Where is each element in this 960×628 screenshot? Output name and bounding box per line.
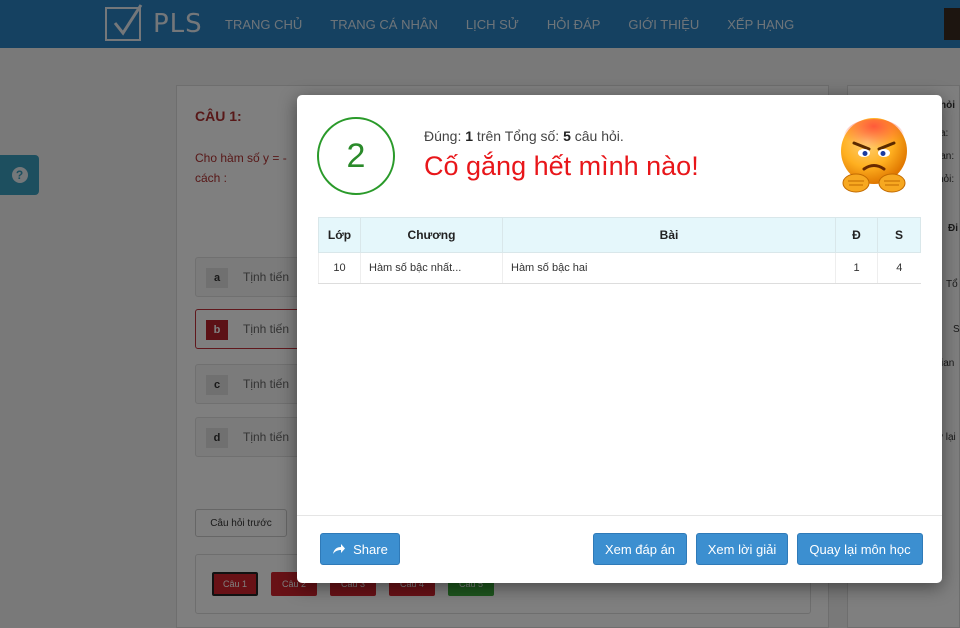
column-header-class: Lớp (318, 217, 361, 253)
encouragement-headline: Cố gắng hết mình nào! (424, 151, 699, 181)
table-row: 10 Hàm số bậc nhất... Hàm số bậc hai 1 4 (318, 252, 921, 284)
table-header-row: Lớp Chương Bài Đ S (318, 217, 921, 253)
cell-correct: 1 (835, 252, 878, 284)
angry-face-icon (841, 118, 907, 193)
column-header-wrong: S (877, 217, 921, 253)
share-button[interactable]: Share (320, 533, 400, 565)
view-solutions-button[interactable]: Xem lời giải (696, 533, 788, 565)
share-arrow-icon (333, 544, 346, 554)
column-header-correct: Đ (835, 217, 878, 253)
cell-class: 10 (318, 252, 361, 284)
view-answers-button[interactable]: Xem đáp án (593, 533, 687, 565)
cell-lesson: Hàm số bậc hai (502, 252, 836, 284)
summary-suffix: câu hỏi. (570, 128, 624, 144)
score-circle: 2 (317, 117, 395, 195)
column-header-chapter: Chương (360, 217, 503, 253)
column-header-lesson: Bài (502, 217, 836, 253)
modal-footer: Share Xem đáp án Xem lời giải Quay lại m… (297, 515, 942, 583)
cell-chapter: Hàm số bậc nhất... (360, 252, 503, 284)
correct-count: 1 (465, 128, 474, 144)
cell-wrong: 4 (877, 252, 921, 284)
summary-middle: trên Tổng số: (473, 128, 564, 144)
result-modal: 2 Đúng: 1 trên Tổng số: 5 câu hỏi. Cố gắ… (297, 95, 942, 583)
back-to-subject-button[interactable]: Quay lại môn học (797, 533, 923, 565)
result-table: Lớp Chương Bài Đ S 10 Hàm số bậc nhất...… (318, 217, 921, 284)
total-count: 5 (563, 128, 571, 144)
score-summary: Đúng: 1 trên Tổng số: 5 câu hỏi. (424, 128, 624, 144)
summary-prefix: Đúng: (424, 128, 466, 144)
share-label: Share (353, 541, 388, 557)
